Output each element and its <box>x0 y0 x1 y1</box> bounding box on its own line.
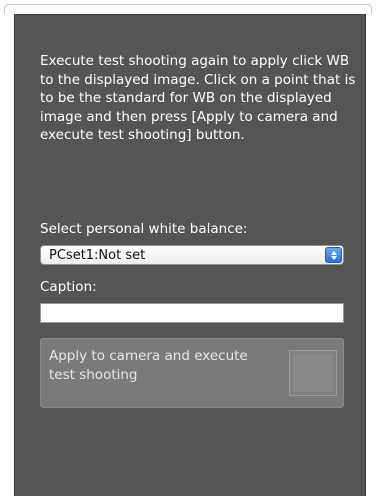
select-personal-white-balance-label: Select personal white balance: <box>40 221 248 237</box>
up-arrow-icon <box>330 250 337 255</box>
apply-to-camera-button[interactable]: Apply to camera and execute test shootin… <box>40 338 344 408</box>
personal-white-balance-select-value: PCset1:Not set <box>49 248 146 263</box>
caption-label: Caption: <box>40 279 97 295</box>
personal-white-balance-select[interactable]: PCset1:Not set <box>40 245 344 265</box>
panel-top-edge <box>4 4 372 14</box>
caption-input[interactable] <box>40 303 344 323</box>
instructions-text: Execute test shooting again to apply cli… <box>40 53 356 143</box>
apply-to-camera-button-label: Apply to camera and execute test shootin… <box>49 348 248 383</box>
button-swatch <box>289 350 337 396</box>
down-arrow-icon <box>330 255 337 260</box>
up-down-chevron-icon[interactable] <box>325 247 342 263</box>
